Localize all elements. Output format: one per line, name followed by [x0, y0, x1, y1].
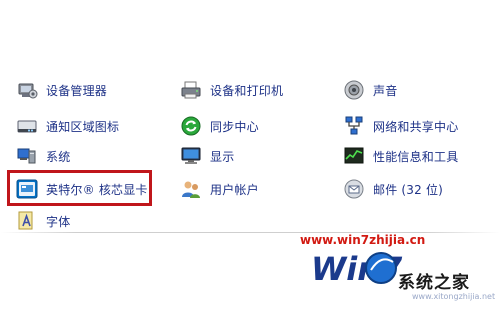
item-label: 网络和共享中心 — [373, 119, 459, 134]
item-label: 用户帐户 — [210, 182, 259, 197]
item-network-and-sharing[interactable]: 网络和共享中心 — [343, 113, 458, 139]
user-accounts-icon — [180, 178, 202, 200]
watermark-site-url: www.xitongzhijia.net — [412, 292, 496, 301]
fonts-icon — [16, 210, 38, 232]
printer-icon — [180, 79, 202, 101]
speaker-icon — [343, 79, 365, 101]
item-performance[interactable]: 性能信息和工具 — [343, 143, 458, 169]
item-fonts[interactable]: 字体 — [16, 208, 70, 234]
item-sound[interactable]: 声音 — [343, 77, 397, 103]
item-mail-32bit[interactable]: 邮件 (32 位) — [343, 176, 443, 202]
item-label: 同步中心 — [210, 119, 259, 134]
item-label: 系统 — [46, 149, 71, 164]
highlight-box — [7, 170, 152, 206]
item-label: 邮件 (32 位) — [373, 182, 444, 197]
performance-icon — [343, 145, 365, 167]
item-sync-center[interactable]: 同步中心 — [180, 113, 259, 139]
item-system[interactable]: 系统 — [16, 143, 70, 169]
item-device-manager[interactable]: 设备管理器 — [16, 77, 107, 103]
notification-area-icon — [16, 115, 38, 137]
item-label: 字体 — [46, 214, 71, 229]
system-icon — [16, 145, 38, 167]
item-devices-and-printers[interactable]: 设备和打印机 — [180, 77, 283, 103]
item-label: 设备和打印机 — [210, 83, 284, 98]
mail-icon — [343, 178, 365, 200]
item-label: 显示 — [210, 149, 235, 164]
device-manager-icon — [16, 79, 38, 101]
item-label: 性能信息和工具 — [373, 149, 459, 164]
item-display[interactable]: 显示 — [180, 143, 234, 169]
display-icon — [180, 145, 202, 167]
item-notification-area-icons[interactable]: 通知区域图标 — [16, 113, 119, 139]
watermark-url: www.win7zhijia.cn — [300, 233, 426, 247]
network-icon — [343, 115, 365, 137]
sync-center-icon — [180, 115, 202, 137]
control-panel: 设备管理器 通知区域图标 系统 英特尔® 核芯显卡 字体 设备和打印机 同步中心… — [0, 0, 500, 311]
item-user-accounts[interactable]: 用户帐户 — [180, 176, 259, 202]
item-label: 通知区域图标 — [46, 119, 120, 134]
item-label: 声音 — [373, 83, 398, 98]
item-label: 设备管理器 — [46, 83, 108, 98]
watermark-logo: Win7 — [311, 248, 406, 288]
watermark-site-name: 系统之家 — [398, 273, 470, 293]
